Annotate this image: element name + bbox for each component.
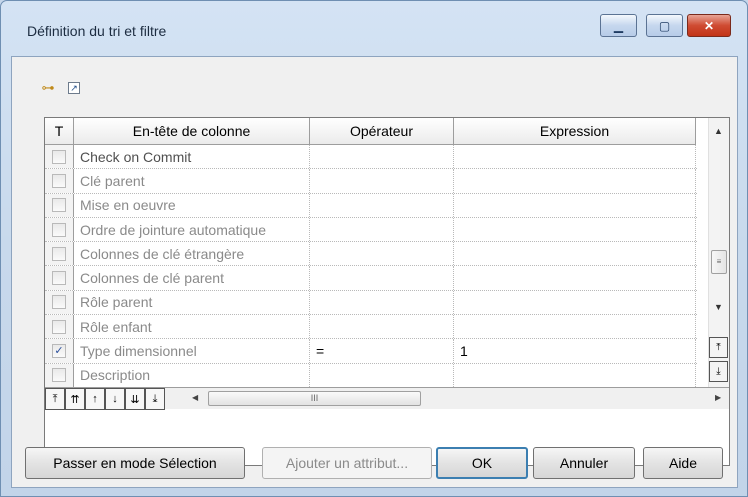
move-page-up-button[interactable]: ⇈ [65,388,85,410]
checkbox[interactable] [52,271,66,286]
operator-cell[interactable] [310,217,454,242]
help-button[interactable]: Aide [643,447,723,479]
expression-cell[interactable] [454,290,696,315]
checkbox[interactable] [52,222,66,237]
column-name-cell[interactable]: Clé parent [74,169,310,193]
row-checkbox-cell [45,217,74,242]
vertical-scroll-thumb[interactable]: ≡ [711,250,727,274]
operator-cell[interactable] [310,363,454,387]
expression-cell[interactable] [454,169,696,193]
operator-cell[interactable] [310,193,454,217]
expression-cell[interactable] [454,266,696,290]
row-checkbox-cell [45,145,74,169]
scroll-down-icon[interactable]: ▼ [714,302,723,312]
column-name-cell[interactable]: Description [74,363,310,387]
checkbox[interactable] [52,319,66,334]
title-bar[interactable]: Définition du tri et filtre ▁ ▢ ✕ [1,1,747,53]
checkbox[interactable] [52,149,66,164]
operator-cell[interactable] [310,169,454,193]
column-name-cell[interactable]: Check on Commit [74,145,310,169]
scroll-up-icon[interactable]: ▲ [714,126,723,136]
table-row[interactable]: Check on Commit [45,145,697,170]
operator-cell[interactable] [310,145,454,169]
ok-button[interactable]: OK [436,447,528,479]
column-name-cell[interactable]: Rôle enfant [74,315,310,339]
checkbox[interactable] [52,368,66,383]
row-checkbox-cell [45,169,74,193]
move-page-down-button[interactable]: ⇊ [125,388,145,410]
scroll-right-icon[interactable]: ▶ [715,393,721,402]
move-to-top-button[interactable]: ⤒ [709,337,728,358]
row-checkbox-cell [45,290,74,315]
expression-cell[interactable]: 1 [454,339,696,363]
expression-cell[interactable] [454,193,696,217]
column-name-cell[interactable]: Mise en oeuvre [74,193,310,217]
row-checkbox-cell [45,242,74,266]
column-name-cell[interactable]: Rôle parent [74,290,310,315]
row-checkbox-cell [45,266,74,290]
operator-cell[interactable] [310,266,454,290]
minimize-button[interactable]: ▁ [600,14,637,37]
operator-cell[interactable] [310,315,454,339]
operator-cell[interactable] [310,290,454,315]
table-row[interactable]: Rôle parent [45,290,697,316]
sort-tree-icon[interactable]: ⊶ [40,80,56,96]
expression-cell[interactable] [454,242,696,266]
checkbox[interactable] [52,295,66,310]
cancel-button[interactable]: Annuler [533,447,635,479]
operator-cell[interactable]: = [310,339,454,363]
horizontal-scrollbar[interactable]: ◀ III ▶ [190,390,727,408]
filter-grid: T En-tête de colonne Opérateur Expressio… [44,117,730,466]
table-row[interactable]: ✓ Type dimensionnel = 1 [45,339,697,364]
move-top-button[interactable]: ⤒ [45,388,65,410]
table-row[interactable]: Colonnes de clé parent [45,266,697,291]
grid-rows: Check on Commit Clé parent Mise en oeuvre O… [45,145,697,388]
window-title: Définition du tri et filtre [27,23,167,39]
expression-cell[interactable] [454,145,696,169]
maximize-button[interactable]: ▢ [646,14,683,37]
scroll-left-icon[interactable]: ◀ [192,393,198,402]
expression-cell[interactable] [454,363,696,387]
column-header-expression[interactable]: Expression [454,118,696,145]
expression-cell[interactable] [454,315,696,339]
horizontal-scroll-thumb[interactable]: III [208,391,421,406]
column-header-operator[interactable]: Opérateur [310,118,454,145]
checkbox[interactable] [52,198,66,213]
dialog-body: ⊶ ↗ T En-tête de colonne Opérateur Expre… [11,56,738,488]
table-row[interactable]: Mise en oeuvre [45,193,697,218]
column-header-name[interactable]: En-tête de colonne [74,118,310,145]
column-name-cell[interactable]: Ordre de jointure automatique [74,217,310,242]
row-checkbox-cell: ✓ [45,339,74,363]
row-checkbox-cell [45,193,74,217]
move-bottom-button[interactable]: ⤓ [145,388,165,410]
checkbox[interactable] [52,173,66,188]
link-icon[interactable]: ↗ [68,82,80,94]
move-up-button[interactable]: ↑ [85,388,105,410]
table-row[interactable]: Clé parent [45,169,697,194]
grid-navigation-bar: ⤒ ⇈ ↑ ↓ ⇊ ⤓ ◀ III ▶ [45,387,729,410]
move-down-button[interactable]: ↓ [105,388,125,410]
column-name-cell[interactable]: Colonnes de clé étrangère [74,242,310,266]
checkbox[interactable] [52,246,66,261]
expression-cell[interactable] [454,217,696,242]
add-attribute-button: Ajouter un attribut... [262,447,432,479]
close-button[interactable]: ✕ [687,14,731,37]
checkbox-checked[interactable]: ✓ [52,344,66,359]
table-row[interactable]: Ordre de jointure automatique [45,217,697,243]
table-row[interactable]: Description [45,363,697,388]
column-name-cell[interactable]: Colonnes de clé parent [74,266,310,290]
table-row[interactable]: Colonnes de clé étrangère [45,242,697,267]
move-to-bottom-button[interactable]: ⤓ [709,361,728,382]
column-header-t[interactable]: T [45,118,74,145]
operator-cell[interactable] [310,242,454,266]
row-checkbox-cell [45,363,74,387]
column-name-cell[interactable]: Type dimensionnel [74,339,310,363]
table-row[interactable]: Rôle enfant [45,315,697,340]
grid-header: T En-tête de colonne Opérateur Expressio… [45,118,696,145]
dialog-window: Définition du tri et filtre ▁ ▢ ✕ ⊶ ↗ T … [0,0,748,497]
row-checkbox-cell [45,315,74,339]
selection-mode-button[interactable]: Passer en mode Sélection [25,447,245,479]
